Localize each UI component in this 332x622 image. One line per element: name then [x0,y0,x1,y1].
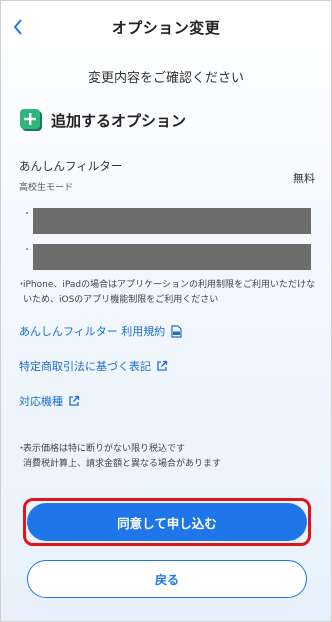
back-chevron-icon[interactable] [7,15,29,39]
redacted-row: ・ [19,208,311,234]
back-button[interactable]: 戻る [27,560,307,598]
plus-icon [19,108,43,132]
section-title: 追加するオプション [51,111,187,130]
redacted-row: ・ [19,244,311,270]
external-link-icon [157,360,168,371]
header: オプション変更 [1,1,331,53]
option-price: 無料 [293,172,315,185]
bullet: ・ [17,280,27,290]
devices-link[interactable]: 対応機種 [19,393,80,409]
devices-link-label: 対応機種 [19,395,63,408]
apply-button[interactable]: 同意して申し込む [27,503,307,541]
bullet: ・ [23,209,31,218]
section-heading: 追加するオプション [19,108,186,132]
option-mode: 高校生モード [19,183,74,193]
bullet: ・ [17,444,27,454]
page-title: オプション変更 [111,18,221,37]
bullet: ・ [23,245,31,254]
redacted-block [33,244,311,270]
price-note-line2: 消費税計算上、請求金額と異なる場合があります [23,459,222,469]
option-item: あんしんフィルター 高校生モード 無料 [19,158,315,193]
app-screen: オプション変更 変更内容をご確認ください 追加するオプション あんしんフィルター… [0,0,332,622]
commerce-link-label: 特定商取引法に基づく表記 [19,360,151,373]
price-note-line1: 表示価格は特に断りがない限り税込です [23,444,186,454]
confirm-text: 変更内容をご確認ください [87,71,244,86]
external-link-icon [69,395,80,406]
option-name: あんしんフィルター [19,159,123,173]
redacted-block [33,208,311,234]
ios-note: ・ iPhone、iPadの場合はアプリケーションの利用制限をご利用いただけない… [17,278,315,308]
price-note: ・ 表示価格は特に断りがない限り税込です 消費税計算上、請求金額と異なる場合があ… [17,442,315,472]
ios-note-text: iPhone、iPadの場合はアプリケーションの利用制限をご利用いただけないため… [23,280,315,305]
pdf-icon [171,324,182,338]
terms-link-label: あんしんフィルター 利用規約 [19,325,166,338]
terms-link[interactable]: あんしんフィルター 利用規約 [19,323,182,339]
commerce-link[interactable]: 特定商取引法に基づく表記 [19,358,168,374]
